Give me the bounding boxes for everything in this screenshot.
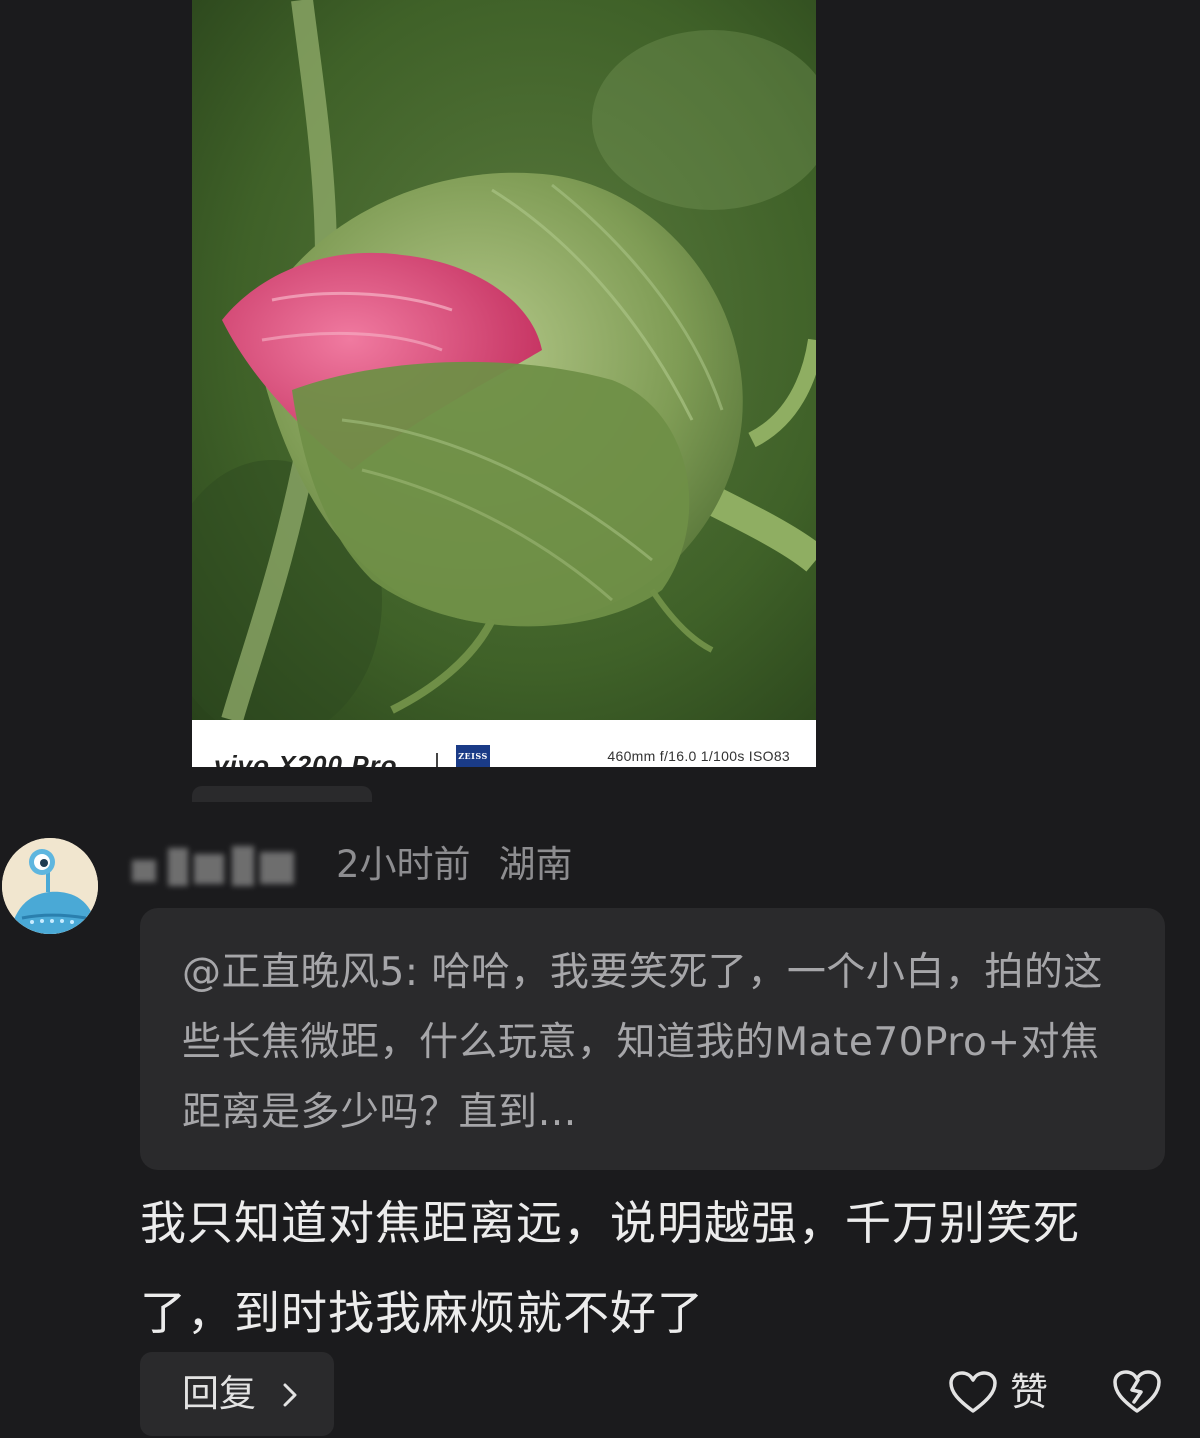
heart-icon [949, 1371, 997, 1413]
comment-body: 我只知道对焦距离远，说明越强，千万别笑死了，到时找我麻烦就不好了 [140, 1196, 1080, 1340]
flower-bud-photo-icon [192, 0, 816, 720]
post-photo[interactable]: vivo X200 Pro ZEISS 460mm f/16.0 1/100s … [192, 0, 816, 767]
comment-time: 2小时前 [336, 843, 471, 886]
exif-info: 460mm f/16.0 1/100s ISO83 [607, 748, 790, 764]
reply-label: 回复 [182, 1372, 256, 1415]
comment-location: 湖南 [498, 843, 573, 886]
username-redacted [128, 842, 308, 890]
divider [436, 753, 438, 767]
cartoon-alien-avatar-icon [2, 838, 98, 934]
comment-meta: 2小时前 湖南 [336, 840, 573, 890]
chevron-right-icon [283, 1383, 297, 1407]
image-more-tab[interactable] [192, 786, 372, 802]
camera-brand: vivo X200 Pro [214, 750, 398, 767]
zeiss-logo-icon: ZEISS [456, 745, 490, 767]
dislike-button[interactable] [1112, 1368, 1162, 1418]
reply-button[interactable]: 回复 [140, 1352, 334, 1436]
quoted-comment-text: @正直晚风5: 哈哈，我要笑死了，一个小白，拍的这些长焦微距，什么玩意，知道我的… [182, 950, 1103, 1135]
like-label: 赞 [1010, 1370, 1049, 1414]
quoted-comment[interactable]: @正直晚风5: 哈哈，我要笑死了，一个小白，拍的这些长焦微距，什么玩意，知道我的… [140, 908, 1165, 1170]
broken-heart-icon [1113, 1370, 1161, 1413]
photo-watermark-bar: vivo X200 Pro ZEISS 460mm f/16.0 1/100s … [192, 720, 816, 767]
avatar[interactable] [2, 838, 98, 934]
